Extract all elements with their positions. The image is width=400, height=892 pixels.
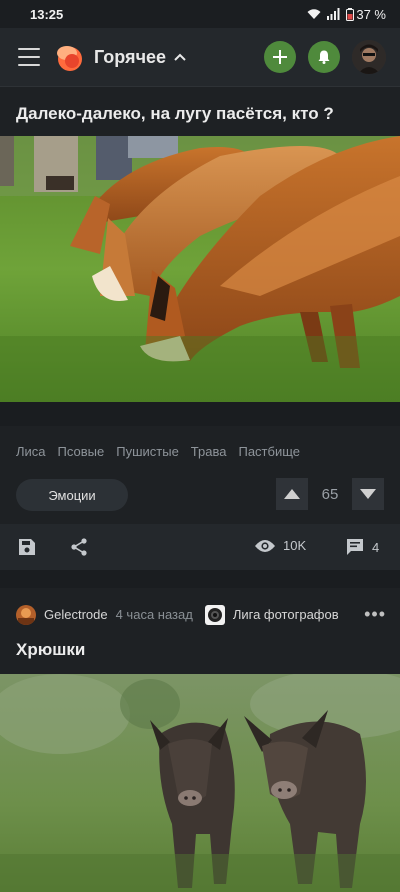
comment-icon (347, 539, 363, 555)
author-avatar-image (16, 604, 36, 625)
triangle-down-icon (360, 489, 376, 499)
tag[interactable]: Пушистые (116, 444, 179, 459)
camera-lens-icon (207, 607, 222, 622)
emotions-button[interactable]: Эмоции (16, 479, 128, 511)
plus-icon (273, 50, 287, 64)
post-1: Далеко-далеко, на лугу пасётся, кто ? (0, 86, 400, 136)
battery-indicator: 37 % (346, 7, 386, 22)
header-actions (264, 40, 386, 74)
post-image-foxes[interactable] (0, 136, 400, 402)
post-image-boars[interactable] (0, 674, 400, 892)
eye-icon (255, 539, 275, 552)
comments-button[interactable]: 4 (346, 538, 379, 556)
tag[interactable]: Псовые (58, 444, 105, 459)
tag[interactable]: Пастбище (238, 444, 300, 459)
avatar-image (352, 40, 386, 74)
views-counter: 10K (255, 538, 306, 553)
menu-icon[interactable] (18, 48, 40, 66)
post-separator (0, 570, 400, 588)
app-header: Горячее (0, 28, 400, 86)
user-avatar[interactable] (352, 40, 386, 74)
foxes-photo (0, 136, 400, 402)
battery-icon (346, 7, 355, 21)
post-tags: Лиса Псовые Пушистые Трава Пастбище (16, 444, 300, 459)
upvote-button[interactable] (276, 478, 308, 510)
downvote-button[interactable] (352, 478, 384, 510)
bell-icon (318, 50, 330, 64)
feed-title: Горячее (94, 46, 167, 67)
status-time: 13:25 (30, 6, 64, 22)
image-bottom-spacer (0, 402, 400, 426)
share-icon (71, 538, 87, 556)
status-bar: 13:25 37 % (0, 0, 400, 28)
app-logo (57, 46, 82, 71)
status-indicators: 37 % (307, 7, 386, 22)
feed-selector[interactable]: Горячее (94, 47, 186, 68)
post-time: 4 часа назад (115, 607, 193, 622)
signal-icon (327, 8, 340, 20)
post-meta: Gelectrode 4 часа назад Лига фотографов … (16, 604, 386, 625)
more-options-icon[interactable]: ••• (364, 604, 386, 625)
community-name[interactable]: Лига фотографов (233, 607, 339, 622)
wifi-icon (307, 9, 321, 19)
comments-count: 4 (372, 539, 380, 555)
post-rating: 65 (321, 486, 339, 503)
tag[interactable]: Трава (191, 444, 227, 459)
chevron-up-icon (174, 53, 186, 61)
author-avatar[interactable] (16, 604, 36, 625)
notifications-button[interactable] (308, 41, 340, 73)
views-count: 10K (283, 538, 307, 553)
post-title[interactable]: Хрюшки (16, 640, 85, 660)
boars-photo (0, 674, 400, 892)
post-2: Gelectrode 4 часа назад Лига фотографов … (0, 588, 400, 892)
post-title[interactable]: Далеко-далеко, на лугу пасётся, кто ? (16, 104, 384, 124)
save-icon (19, 539, 35, 555)
author-name[interactable]: Gelectrode (44, 607, 108, 622)
post-action-bar: 10K 4 (0, 524, 400, 570)
battery-level: 37 % (356, 6, 386, 22)
add-post-button[interactable] (264, 41, 296, 73)
community-avatar[interactable] (204, 604, 225, 625)
triangle-up-icon (284, 489, 300, 499)
share-button[interactable] (70, 538, 88, 556)
save-button[interactable] (18, 538, 36, 556)
tag[interactable]: Лиса (16, 444, 46, 459)
